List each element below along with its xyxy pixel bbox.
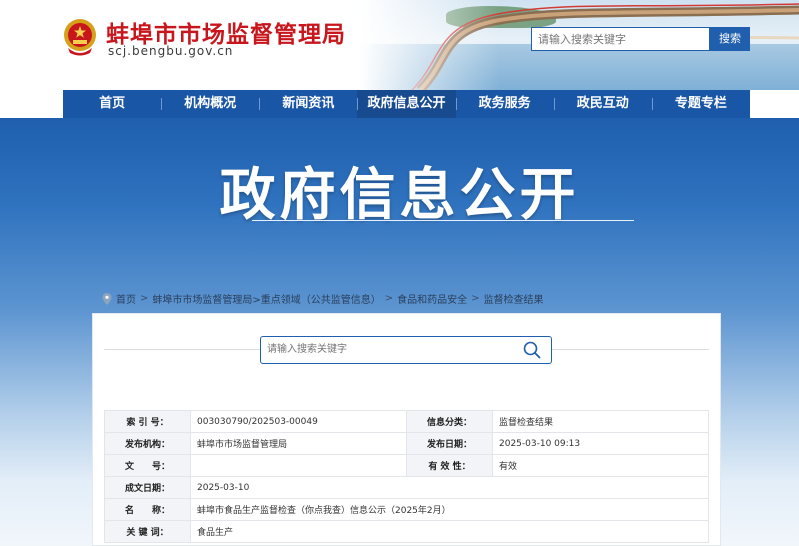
name-value: 蚌埠市食品生产监督检查（你点我查）信息公示（2025年2月） [190,498,709,521]
breadcrumb-separator: > [140,293,149,304]
header-search: 搜索 [531,27,750,51]
publish-date-value: 2025-03-10 09:13 [492,432,709,455]
breadcrumb-separator: > [471,293,480,304]
validity-value: 有效 [492,454,709,477]
index-value: 003030790/202503-00049 [190,410,407,433]
table-row: 索 引 号： 003030790/202503-00049 信息分类： 监督检查… [104,410,709,433]
national-emblem-icon [64,19,96,56]
table-row: 成文日期： 2025-03-10 [104,476,709,499]
nav-item-gov-info[interactable]: 政府信息公开 [357,90,456,118]
category-value: 监督检查结果 [492,410,709,433]
publish-date-label: 发布日期： [406,432,493,455]
name-label: 名 称： [104,498,191,521]
site-header: 蚌埠市市场监督管理局 scj.bengbu.gov.cn 搜索 [0,0,799,90]
nav-item-news[interactable]: 新闻资讯 [259,90,357,118]
index-label: 索 引 号： [104,410,191,433]
created-date-label: 成文日期： [104,476,191,499]
main-nav: 首页 机构概况 新闻资讯 政府信息公开 政务服务 政民互动 专题专栏 [63,90,750,118]
search-divider-right [552,349,709,350]
nav-item-about[interactable]: 机构概况 [161,90,259,118]
breadcrumb-agency[interactable]: 蚌埠市市场监督管理局 [152,291,252,306]
info-metadata-table: 索 引 号： 003030790/202503-00049 信息分类： 监督检查… [104,410,709,543]
nav-item-services[interactable]: 政务服务 [455,90,554,118]
header-search-input[interactable] [531,27,710,51]
table-row: 名 称： 蚌埠市食品生产监督检查（你点我查）信息公示（2025年2月） [104,498,709,521]
publisher-label: 发布机构： [104,432,191,455]
search-divider-left [104,349,260,350]
banner-divider [252,220,634,221]
nav-item-topics[interactable]: 专题专栏 [651,90,750,118]
site-domain: scj.bengbu.gov.cn [108,44,234,58]
breadcrumb-food-drug[interactable]: 食品和药品安全 [397,291,467,306]
category-label: 信息分类： [406,410,493,433]
breadcrumb-separator: > [384,293,394,304]
breadcrumb-home[interactable]: 首页 [116,291,136,306]
nav-item-interaction[interactable]: 政民互动 [553,90,652,118]
breadcrumb: 首页 > 蚌埠市市场监督管理局 >重点领域（公共监管信息） > 食品和药品安全 … [102,291,544,306]
created-date-value: 2025-03-10 [190,476,709,499]
header-search-button[interactable]: 搜索 [710,27,750,51]
table-row: 发布机构： 蚌埠市市场监督管理局 发布日期： 2025-03-10 09:13 [104,432,709,455]
nav-item-home[interactable]: 首页 [63,90,161,118]
publisher-value: 蚌埠市市场监督管理局 [190,432,407,455]
keywords-label: 关 键 词： [104,520,191,543]
table-row: 关 键 词： 食品生产 [104,520,709,543]
content-search [260,336,552,364]
breadcrumb-key-areas[interactable]: >重点领域（公共监管信息） [252,291,380,306]
keywords-value: 食品生产 [190,520,709,543]
validity-label: 有 效 性： [406,454,493,477]
docno-value [190,454,407,477]
search-icon[interactable] [523,341,541,359]
docno-label: 文 号： [104,454,191,477]
table-row: 文 号： 有 效 性： 有效 [104,454,709,477]
breadcrumb-current[interactable]: 监督检查结果 [484,291,544,306]
banner-title: 政府信息公开 [219,163,580,228]
location-pin-icon [102,292,112,305]
content-search-input[interactable] [267,337,517,363]
